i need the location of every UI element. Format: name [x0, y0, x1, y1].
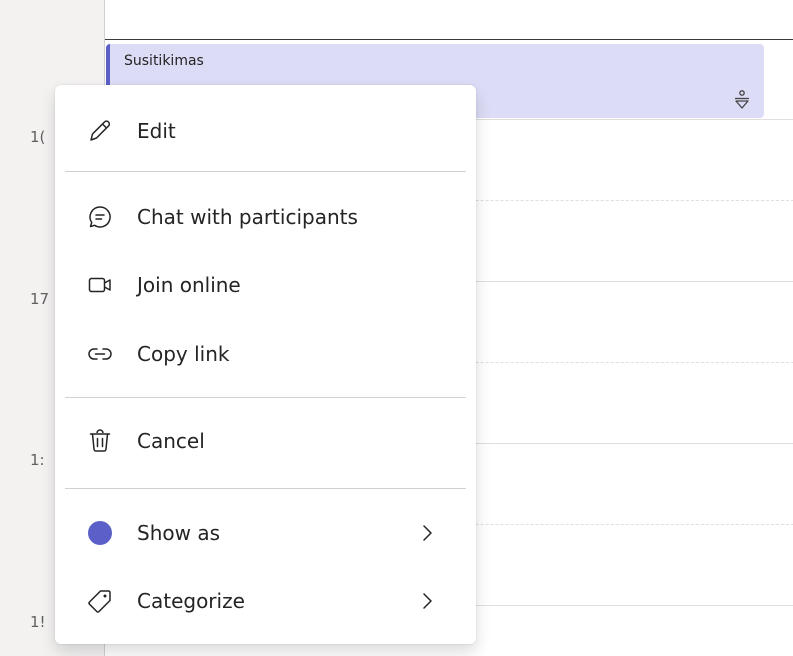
menu-item-join-online[interactable]: Join online: [55, 259, 476, 311]
pencil-icon: [87, 118, 113, 144]
time-label: 1!: [30, 613, 46, 631]
time-label: 1(: [30, 128, 46, 146]
link-icon: [87, 341, 113, 367]
menu-item-cancel[interactable]: Cancel: [55, 415, 476, 467]
status-dot: [88, 521, 112, 545]
event-context-menu: Edit Chat with participants Join online: [55, 85, 476, 644]
chat-icon: [87, 204, 113, 230]
menu-divider: [65, 171, 466, 172]
menu-item-label: Show as: [137, 521, 220, 545]
menu-item-chat-with-participants[interactable]: Chat with participants: [55, 191, 476, 243]
chevron-right-icon: [423, 593, 432, 609]
menu-divider: [65, 488, 466, 489]
menu-item-label: Join online: [137, 273, 241, 297]
menu-item-label: Cancel: [137, 429, 205, 453]
menu-item-copy-link[interactable]: Copy link: [55, 328, 476, 380]
time-label: 1:: [30, 451, 45, 469]
trash-icon: [87, 428, 113, 454]
menu-divider: [65, 397, 466, 398]
tag-icon: [87, 588, 113, 614]
menu-item-edit[interactable]: Edit: [55, 105, 476, 157]
menu-item-label: Categorize: [137, 589, 245, 613]
event-title: Susitikimas: [124, 53, 204, 69]
menu-item-label: Copy link: [137, 342, 230, 366]
chevron-right-icon: [423, 525, 432, 541]
person-location-icon: [735, 90, 749, 109]
menu-item-categorize[interactable]: Categorize: [55, 575, 476, 627]
menu-item-show-as[interactable]: Show as: [55, 507, 476, 559]
menu-item-label: Edit: [137, 119, 176, 143]
time-label: 17: [30, 290, 50, 308]
all-day-area[interactable]: [105, 0, 793, 40]
status-dot-icon: [87, 520, 113, 546]
menu-item-label: Chat with participants: [137, 205, 358, 229]
video-camera-icon: [87, 272, 113, 298]
